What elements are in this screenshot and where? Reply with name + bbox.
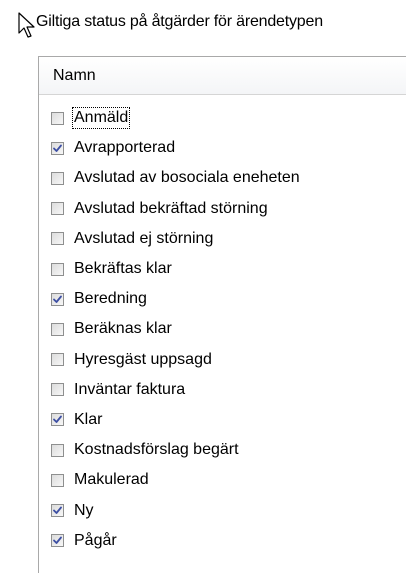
list-item[interactable]: Klar <box>39 405 406 435</box>
status-checkbox[interactable] <box>51 171 64 185</box>
status-checkbox[interactable] <box>51 443 64 457</box>
list-item[interactable]: Avslutad av bosociala eneheten <box>39 163 406 193</box>
status-checkbox[interactable] <box>51 353 64 367</box>
status-settings-view: Giltiga status på åtgärder för ärendetyp… <box>0 0 406 573</box>
check-icon <box>53 295 62 303</box>
column-header-label: Namn <box>53 66 96 84</box>
status-label: Kostnadsförslag begärt <box>74 441 239 459</box>
status-label: Avslutad bekräftad störning <box>74 199 268 217</box>
list-item[interactable]: Anmäld <box>39 103 406 133</box>
status-checkbox[interactable] <box>51 413 64 427</box>
status-checkbox[interactable] <box>51 322 64 336</box>
list-item[interactable]: Makulerad <box>39 465 406 495</box>
check-icon <box>53 144 62 152</box>
status-label: Beräknas klar <box>74 320 172 338</box>
column-header-namn[interactable]: Namn <box>39 57 406 95</box>
check-icon <box>53 416 62 424</box>
list-item[interactable]: Beredning <box>39 284 406 314</box>
status-checkbox[interactable] <box>51 473 64 487</box>
status-label: Makulerad <box>74 471 149 489</box>
group-title: Giltiga status på åtgärder för ärendetyp… <box>36 13 323 30</box>
status-checkbox[interactable] <box>51 383 64 397</box>
status-label: Avslutad ej störning <box>74 229 214 247</box>
status-label: Inväntar faktura <box>74 380 186 398</box>
status-checkbox[interactable] <box>51 202 64 216</box>
status-checkbox[interactable] <box>51 232 64 246</box>
list-item[interactable]: Inväntar faktura <box>39 375 406 405</box>
status-label: Pågår <box>74 531 117 549</box>
list-item[interactable]: Avslutad ej störning <box>39 224 406 254</box>
list-item[interactable]: Avrapporterad <box>39 133 406 163</box>
check-icon <box>53 536 62 545</box>
list-item[interactable]: Beräknas klar <box>39 314 406 344</box>
status-checkbox[interactable] <box>51 262 64 276</box>
status-checkbox-list: Anmäld Avrapporterad Avslutad av bosociala… <box>39 95 406 556</box>
status-label: Bekräftas klar <box>74 260 172 278</box>
list-item[interactable]: Avslutad bekräftad störning <box>39 194 406 224</box>
list-item[interactable]: Bekräftas klar <box>39 254 406 284</box>
list-item[interactable]: Pågår <box>39 526 406 556</box>
status-label: Ny <box>74 501 94 519</box>
status-label: Klar <box>74 410 103 428</box>
check-icon <box>53 506 62 514</box>
status-label: Hyresgäst uppsagd <box>74 350 212 368</box>
list-item[interactable]: Kostnadsförslag begärt <box>39 435 406 465</box>
list-item[interactable]: Ny <box>39 495 406 525</box>
status-checkbox[interactable] <box>51 292 64 306</box>
status-checkbox[interactable] <box>51 504 64 518</box>
status-label: Anmäld <box>71 107 131 130</box>
mouse-pointer-icon <box>18 12 35 38</box>
status-checkbox[interactable] <box>51 111 64 125</box>
status-label: Beredning <box>74 290 147 308</box>
status-checkbox[interactable] <box>51 141 64 155</box>
status-label: Avrapporterad <box>74 139 176 157</box>
status-checkbox[interactable] <box>51 534 64 548</box>
status-list-panel: Namn Anmäld Avrapporterad Avslutad av boso… <box>38 56 406 573</box>
list-item[interactable]: Hyresgäst uppsagd <box>39 345 406 375</box>
status-label: Avslutad av bosociala eneheten <box>74 169 300 187</box>
